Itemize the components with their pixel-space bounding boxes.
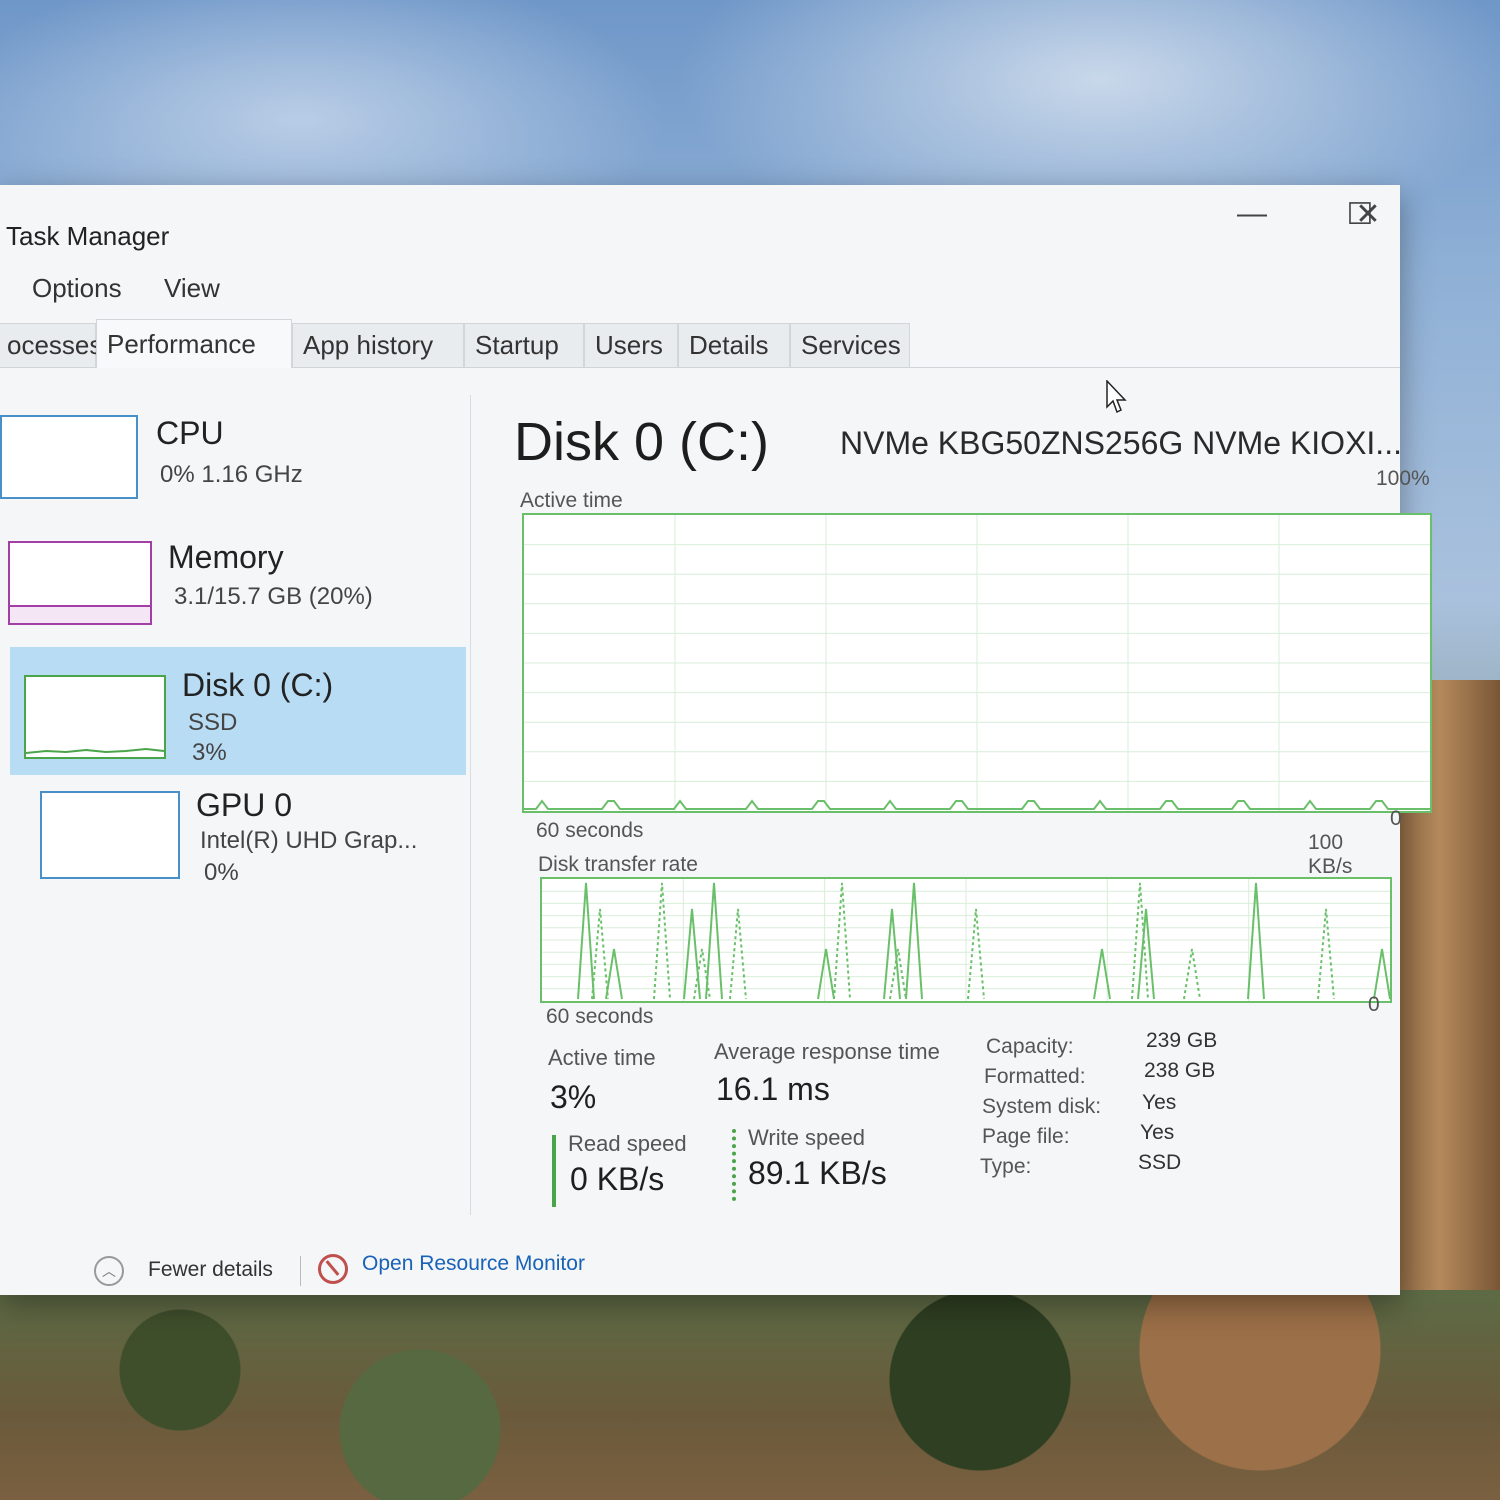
sidebar-item-gpu-0[interactable]: GPU 0 Intel(R) UHD Grap... 0% <box>0 785 468 913</box>
sidebar-item-usage: 0% <box>204 859 239 886</box>
disk-thumbnail-graph <box>24 675 166 759</box>
chevron-up-icon[interactable]: ︿ <box>94 1256 124 1286</box>
gpu-thumbnail-graph <box>40 791 180 879</box>
transfer-rate-spike <box>1137 908 1155 1000</box>
transfer-rate-spike <box>577 882 595 1000</box>
formatted-label: Formatted: <box>984 1065 1086 1088</box>
write-speed-stat-value: 89.1 KB/s <box>748 1155 887 1191</box>
memory-usage-fill <box>10 605 150 623</box>
sidebar-item-label: GPU 0 <box>196 787 293 823</box>
transfer-rate-graph-svg <box>542 879 1390 1001</box>
transfer-rate-duration-label: 60 seconds <box>546 1005 654 1028</box>
menu-view[interactable]: View <box>164 273 220 304</box>
read-speed-legend-bar <box>552 1135 556 1207</box>
transfer-rate-spike <box>967 908 985 1000</box>
transfer-rate-spike <box>1317 908 1335 1000</box>
transfer-rate-spike <box>817 948 835 1000</box>
system-disk-value: Yes <box>1142 1091 1177 1114</box>
page-file-label: Page file: <box>982 1125 1070 1148</box>
active-time-stat-label: Active time <box>548 1045 656 1070</box>
disk-model-name: NVMe KBG50ZNS256G NVMe KIOXI... <box>840 425 1402 461</box>
tab-performance[interactable]: Performance <box>96 319 292 368</box>
avg-response-stat-label: Average response time <box>714 1039 940 1064</box>
sidebar-item-detail: 3.1/15.7 GB (20%) <box>174 583 373 610</box>
tab-services[interactable]: Services <box>790 323 910 367</box>
active-time-graph-svg <box>524 515 1430 811</box>
transfer-rate-spike <box>1247 882 1265 1000</box>
transfer-rate-graph <box>540 877 1392 1003</box>
disk-thumbnail-line <box>26 747 164 754</box>
type-value: SSD <box>1138 1151 1182 1174</box>
read-speed-stat-value: 0 KB/s <box>570 1161 665 1197</box>
avg-response-stat-value: 16.1 ms <box>716 1071 830 1107</box>
disk-detail-panel: Disk 0 (C:) NVMe KBG50ZNS256G NVMe KIOXI… <box>510 395 1432 1255</box>
active-time-max-label: 100% <box>1376 467 1430 490</box>
transfer-rate-spike <box>905 882 923 1000</box>
fewer-details-link[interactable]: Fewer details <box>148 1258 273 1282</box>
active-time-graph <box>522 513 1432 813</box>
open-resource-monitor-link[interactable]: Open Resource Monitor <box>362 1252 585 1276</box>
write-speed-legend-bar <box>732 1129 736 1201</box>
sidebar-item-memory[interactable]: Memory 3.1/15.7 GB (20%) <box>0 531 468 659</box>
sidebar-item-detail: 0% 1.16 GHz <box>160 461 303 488</box>
transfer-rate-spike <box>833 882 851 1000</box>
transfer-rate-min-label: 0 <box>1368 993 1380 1016</box>
tab-bar: ocesses Performance App history Startup … <box>0 319 1400 368</box>
transfer-rate-spike <box>729 908 747 1000</box>
capacity-label: Capacity: <box>986 1035 1074 1058</box>
sidebar-item-label: Disk 0 (C:) <box>182 667 334 703</box>
tab-details[interactable]: Details <box>678 323 790 367</box>
type-label: Type: <box>980 1155 1032 1178</box>
active-time-stat-value: 3% <box>550 1079 597 1115</box>
tab-processes[interactable]: ocesses <box>0 323 102 367</box>
memory-thumbnail-graph <box>8 541 152 625</box>
sidebar-item-label: CPU <box>156 415 224 451</box>
page-file-value: Yes <box>1140 1121 1175 1144</box>
menu-options[interactable]: Options <box>32 273 122 304</box>
tab-users[interactable]: Users <box>584 323 678 367</box>
transfer-rate-max-label: 100 KB/s <box>1308 831 1353 878</box>
write-speed-stat-label: Write speed <box>748 1125 865 1150</box>
transfer-rate-spike <box>705 882 723 1000</box>
system-disk-label: System disk: <box>982 1095 1102 1118</box>
transfer-rate-graph-label: Disk transfer rate <box>538 853 698 876</box>
sidebar-item-usage: 3% <box>192 739 227 766</box>
resource-sidebar: CPU 0% 1.16 GHz Memory 3.1/15.7 GB (20%)… <box>0 395 471 1215</box>
active-time-min-label: 0 <box>1390 807 1402 830</box>
task-manager-window: Task Manager — ☐ ✕ Options View ocesses … <box>0 185 1432 1295</box>
minimize-button[interactable]: — <box>1222 189 1282 239</box>
capacity-value: 239 GB <box>1146 1029 1218 1052</box>
transfer-rate-spike <box>591 908 609 1000</box>
page-title: Disk 0 (C:) <box>514 412 769 472</box>
tab-app-history[interactable]: App history <box>292 323 464 367</box>
active-time-duration-label: 60 seconds <box>536 819 644 842</box>
title-bar[interactable]: Task Manager — ☐ ✕ <box>0 185 1400 275</box>
transfer-rate-spike <box>683 908 701 1000</box>
sidebar-item-type: SSD <box>188 709 238 736</box>
mouse-cursor-icon <box>1106 380 1127 414</box>
transfer-rate-spike <box>1373 948 1390 1000</box>
window-title: Task Manager <box>6 221 170 251</box>
footer-bar: ︿ Fewer details Open Resource Monitor <box>90 1250 1390 1300</box>
sidebar-item-cpu[interactable]: CPU 0% 1.16 GHz <box>0 405 468 533</box>
transfer-rate-spike <box>605 948 623 1000</box>
sidebar-item-detail: Intel(R) UHD Grap... <box>200 827 418 854</box>
tab-startup[interactable]: Startup <box>464 323 584 367</box>
close-button[interactable]: ✕ <box>1338 189 1398 239</box>
transfer-rate-spike <box>1183 948 1201 1000</box>
read-speed-stat-label: Read speed <box>568 1131 687 1156</box>
formatted-value: 238 GB <box>1144 1059 1216 1082</box>
wallpaper-terrain <box>0 1290 1500 1500</box>
footer-divider <box>300 1256 301 1286</box>
sidebar-item-label: Memory <box>168 539 284 575</box>
cpu-thumbnail-graph <box>0 415 138 499</box>
resource-monitor-icon <box>318 1254 348 1284</box>
transfer-rate-spike <box>653 882 671 1000</box>
sidebar-item-disk-0[interactable]: Disk 0 (C:) SSD 3% <box>10 647 466 775</box>
active-time-graph-label: Active time <box>520 489 623 512</box>
